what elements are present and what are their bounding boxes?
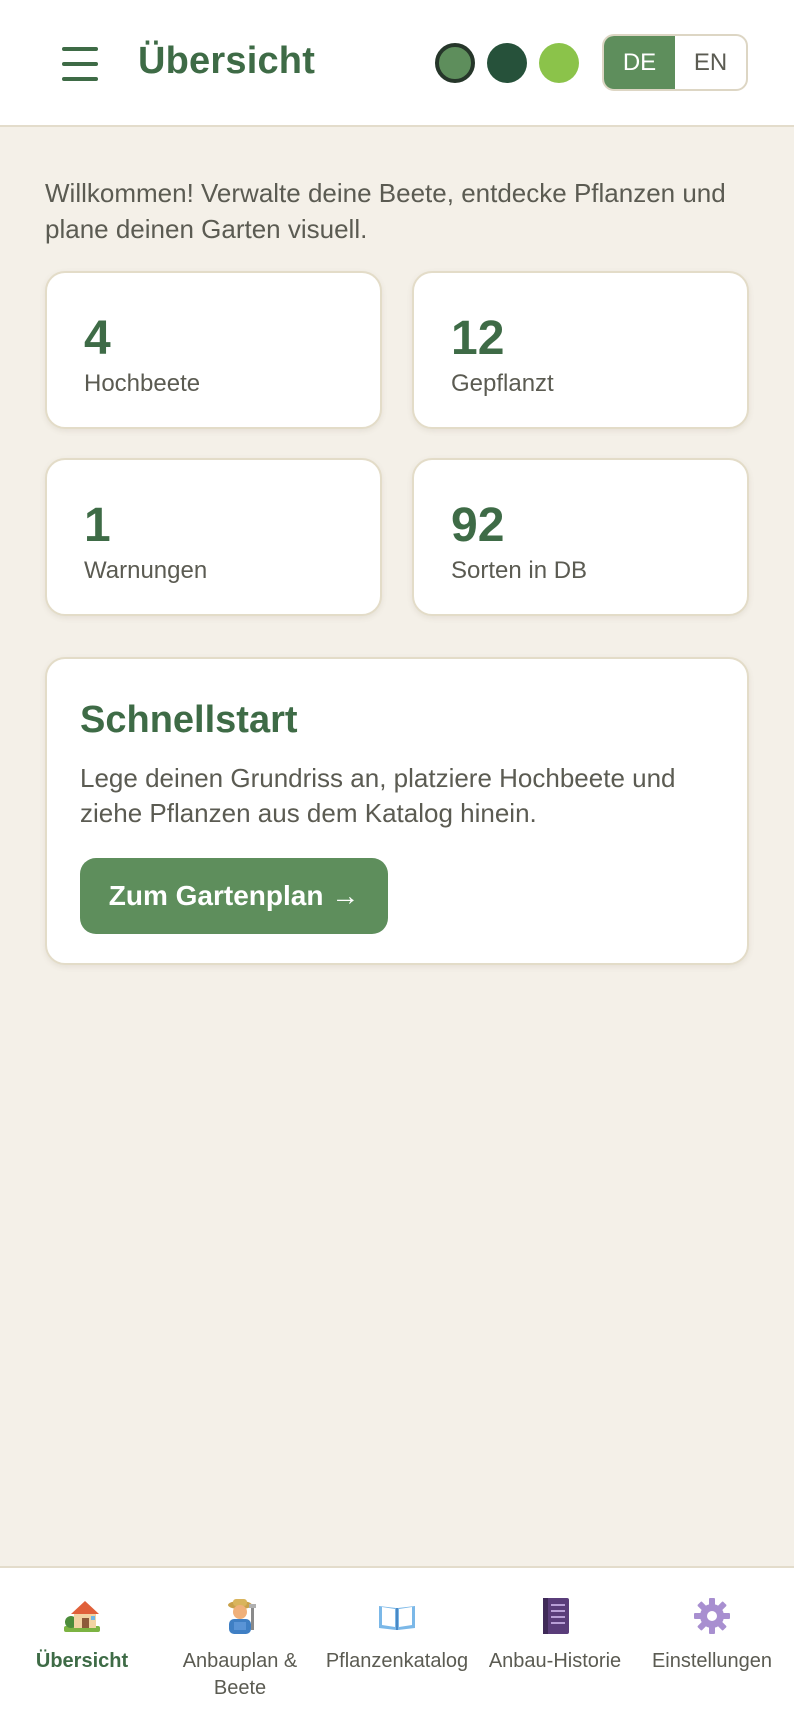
language-button-de[interactable]: DE (604, 36, 675, 89)
theme-dot-dark-green[interactable] (487, 43, 527, 83)
open-book-icon (377, 1596, 417, 1636)
theme-dot-green[interactable] (435, 43, 475, 83)
nav-item-settings[interactable]: Einstellungen (640, 1568, 784, 1718)
stat-card-varieties: 92 Sorten in DB (412, 458, 749, 616)
nav-label: Anbau-Historie (488, 1650, 622, 1672)
farmer-icon (220, 1596, 260, 1636)
nav-label: Pflanzenkatalog (325, 1650, 469, 1672)
stat-label: Hochbeete (84, 370, 201, 397)
nav-label: Übersicht (35, 1650, 129, 1672)
quickstart-card: Schnellstart Lege deinen Grundriss an, p… (45, 657, 749, 965)
stat-value: 4 (84, 312, 111, 365)
nav-item-planting-history[interactable]: Anbau-Historie (480, 1568, 630, 1718)
stat-label: Gepflanzt (451, 370, 554, 397)
welcome-text: Willkommen! Verwalte deine Beete, entdec… (45, 178, 726, 244)
stat-value: 1 (84, 499, 111, 552)
gear-icon (692, 1596, 732, 1636)
garden-plan-button[interactable]: Zum Gartenplan → (80, 858, 388, 934)
language-button-en[interactable]: EN (675, 36, 746, 89)
theme-selector (435, 43, 579, 83)
page-title: Übersicht (138, 40, 316, 82)
house-icon (62, 1596, 102, 1636)
quickstart-title: Schnellstart (80, 699, 298, 741)
menu-icon[interactable] (62, 47, 98, 81)
nav-item-plant-catalog[interactable]: Pflanzenkatalog (322, 1568, 472, 1718)
stat-label: Sorten in DB (451, 557, 588, 584)
nav-item-overview[interactable]: Übersicht (12, 1568, 152, 1718)
bottom-navigation: Übersicht Anbauplan & Beete Pflanzenkata… (0, 1566, 794, 1718)
nav-label: Anbauplan & Beete (182, 1650, 298, 1699)
stat-value: 12 (451, 312, 505, 365)
nav-label: Einstellungen (651, 1650, 773, 1672)
notebook-icon (535, 1596, 575, 1636)
language-toggle: DE EN (602, 34, 748, 91)
stat-label: Warnungen (84, 557, 208, 584)
stat-card-planted: 12 Gepflanzt (412, 271, 749, 429)
nav-item-planting-plan[interactable]: Anbauplan & Beete (168, 1568, 312, 1718)
stat-value: 92 (451, 499, 505, 552)
theme-dot-light-green[interactable] (539, 43, 579, 83)
app-header: Übersicht DE EN (0, 0, 794, 127)
stat-card-warnings: 1 Warnungen (45, 458, 382, 616)
stat-card-raised-beds: 4 Hochbeete (45, 271, 382, 429)
quickstart-text: Lege deinen Grundriss an, platziere Hoch… (80, 763, 676, 828)
